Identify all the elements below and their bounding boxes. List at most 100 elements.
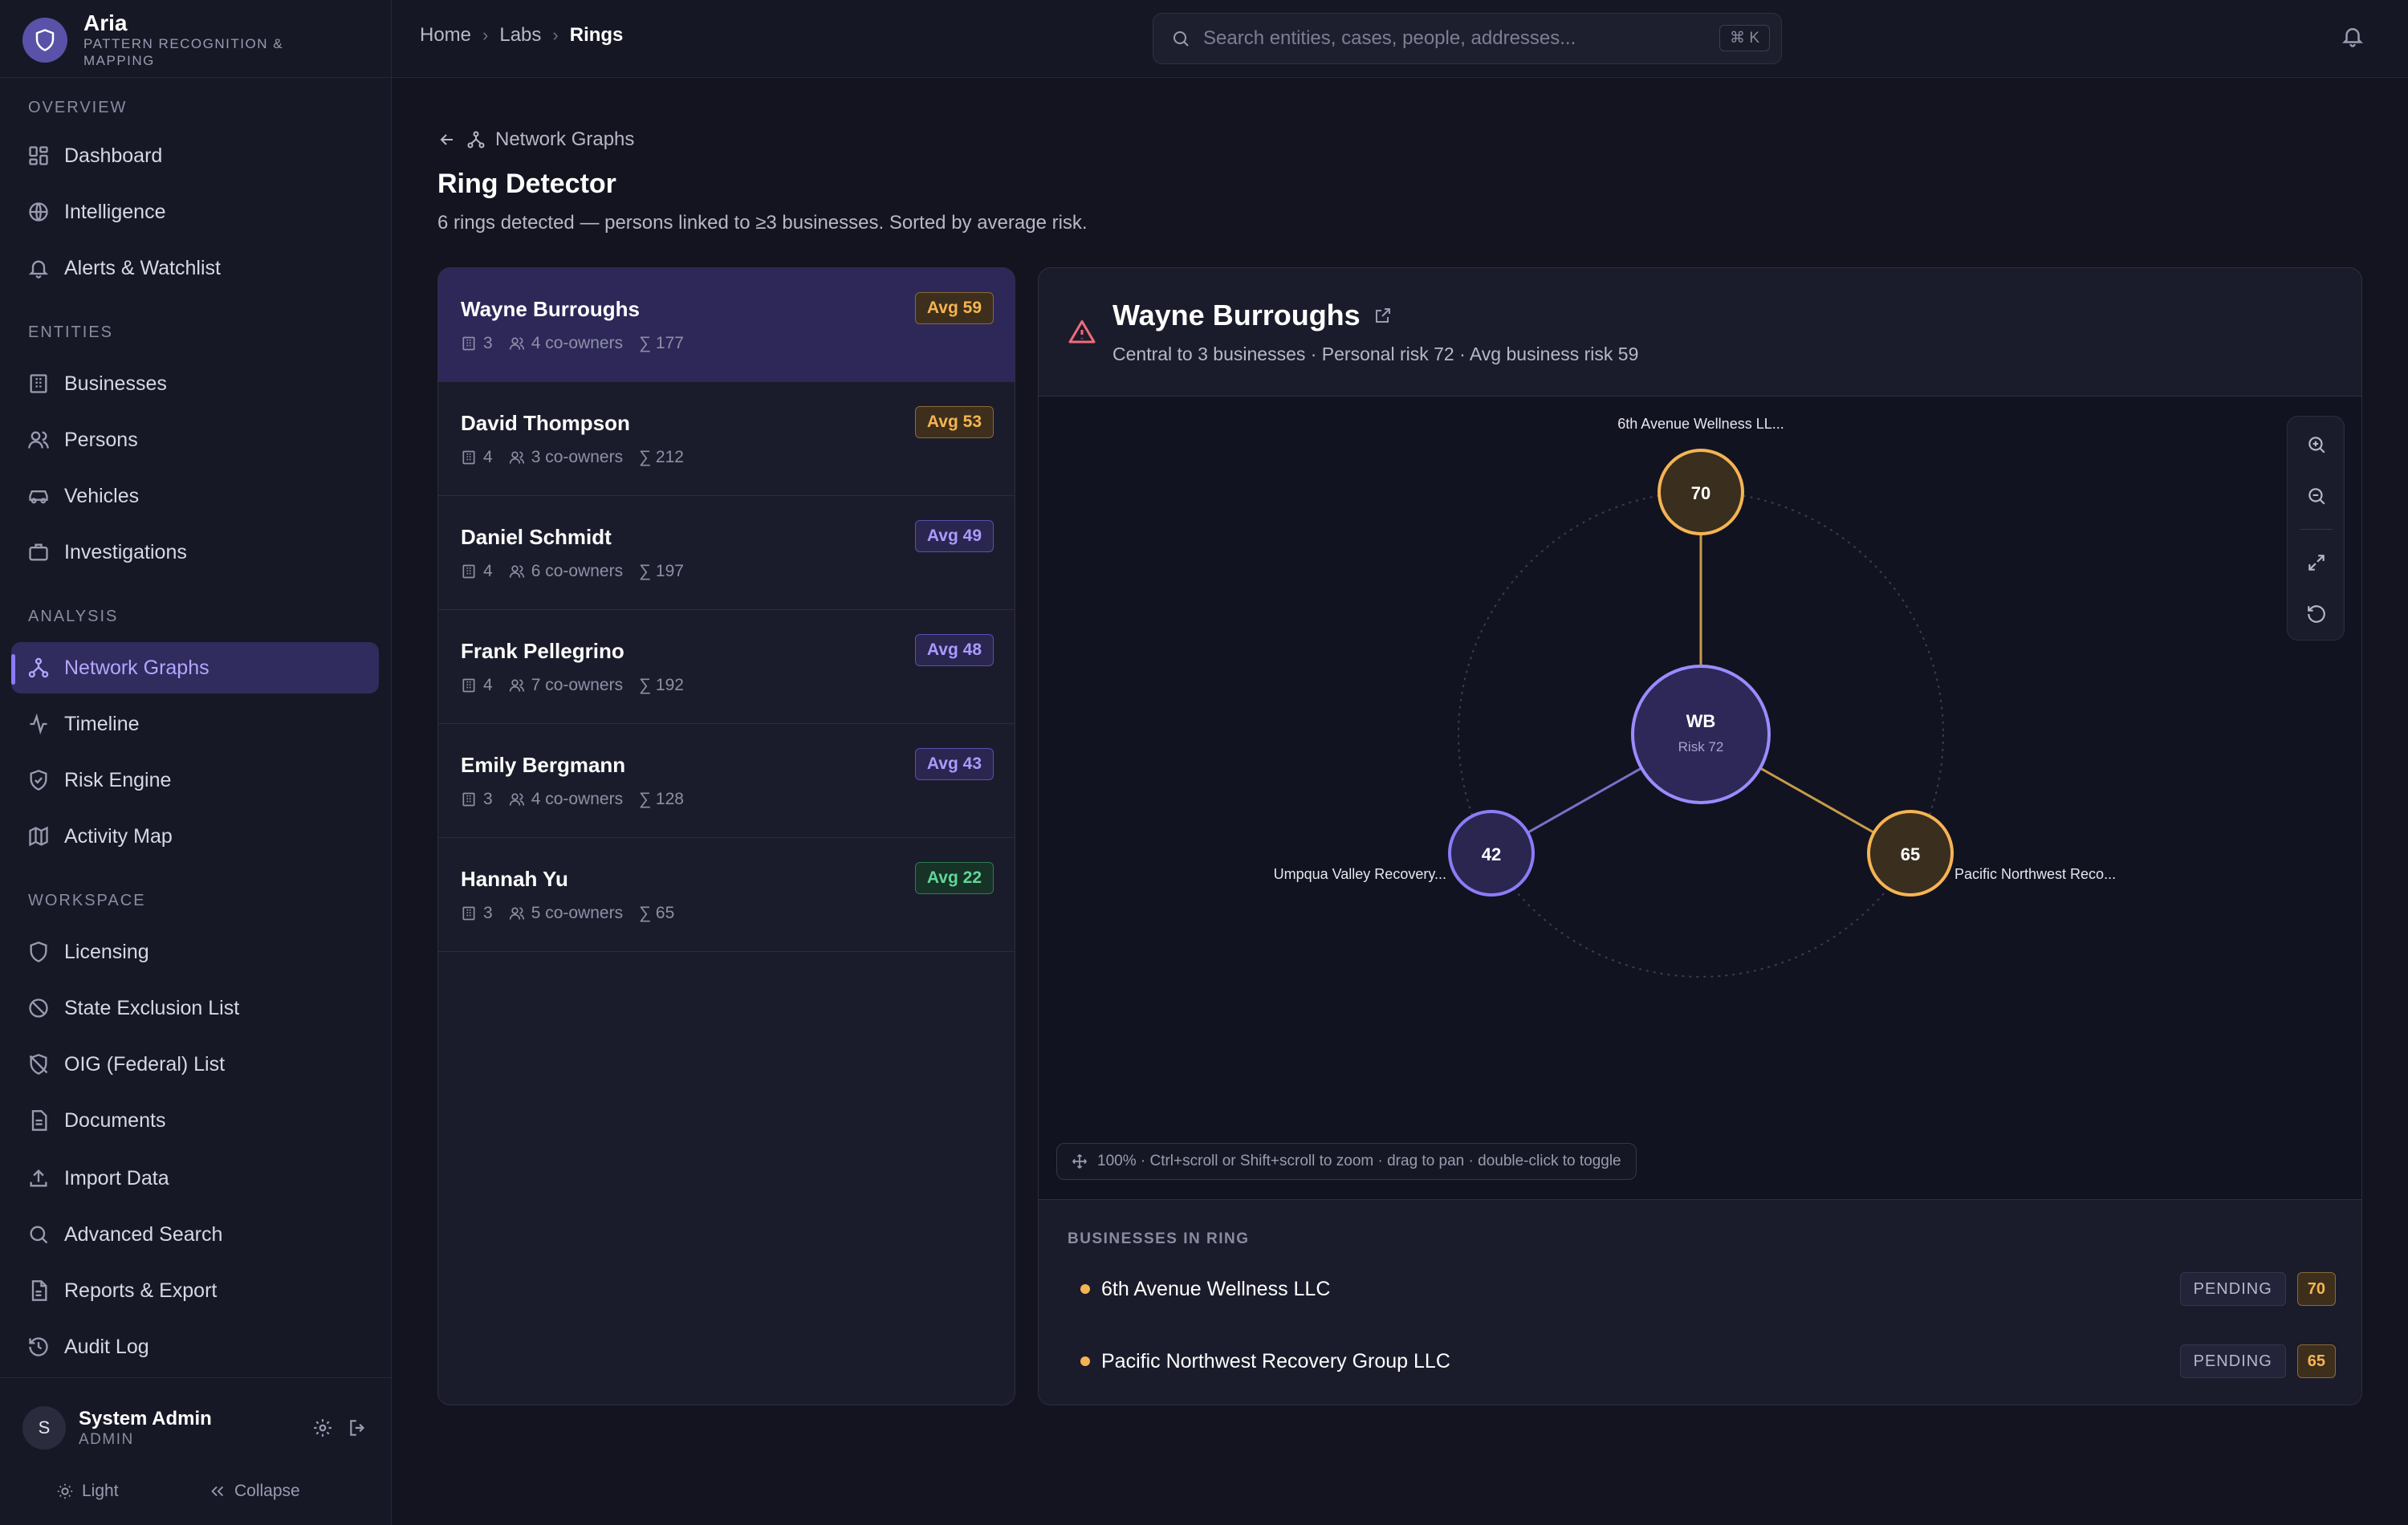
sidebar-item-persons[interactable]: Persons — [11, 414, 379, 466]
sidebar-item-oig[interactable]: OIG (Federal) List — [11, 1039, 379, 1090]
sidebar-item-reports[interactable]: Reports & Export — [11, 1265, 379, 1316]
coowner-count: 4 co-owners — [531, 790, 624, 808]
sidebar-item-label: Investigations — [64, 540, 187, 563]
logout-button[interactable] — [340, 1410, 376, 1446]
users-icon — [509, 337, 524, 350]
sidebar-footer: Light Collapse — [56, 1475, 361, 1507]
graph-node-center[interactable]: WB Risk 72 — [1631, 665, 1771, 804]
graph-node-business[interactable]: 42 Umpqua Valley Recovery... — [1274, 810, 1535, 897]
sidebar-item-licensing[interactable]: Licensing — [11, 926, 379, 978]
sidebar-item-state-exclusion[interactable]: State Exclusion List — [11, 982, 379, 1034]
sidebar-item-label: Vehicles — [64, 484, 140, 507]
node-label: 6th Avenue Wellness LL... — [1617, 416, 1784, 432]
graph-hint-text: 100% · Ctrl+scroll or Shift+scroll to zo… — [1097, 1153, 1621, 1169]
fit-view-button[interactable] — [2288, 537, 2345, 588]
sidebar-item-risk-engine[interactable]: Risk Engine — [11, 754, 379, 806]
ring-list-item[interactable]: Daniel Schmidt Avg 49 4 6 co-owners ∑ 197 — [438, 496, 1015, 610]
zoom-in-button[interactable] — [2288, 419, 2345, 470]
users-icon — [509, 451, 524, 464]
activity-icon — [30, 713, 47, 735]
sidebar-item-investigations[interactable]: Investigations — [11, 527, 379, 578]
ring-list-item[interactable]: Wayne Burroughs Avg 59 3 4 co-owners ∑ 177 — [438, 268, 1015, 382]
sidebar-item-label: Import Data — [64, 1166, 169, 1190]
maximize-icon — [2308, 555, 2325, 571]
topbar: Home › Labs › Rings ⌘ K — [392, 0, 2408, 78]
collapse-button[interactable]: Collapse — [209, 1482, 300, 1501]
graph-canvas[interactable]: WB Risk 72 70 6th Avenue Wellness LL... … — [1039, 396, 2362, 1199]
users-icon — [509, 907, 524, 920]
avg-risk-badge: Avg 48 — [914, 634, 994, 666]
sidebar-item-businesses[interactable]: Businesses — [11, 358, 379, 409]
sidebar-item-audit[interactable]: Audit Log — [11, 1321, 379, 1372]
theme-toggle[interactable]: Light — [56, 1482, 209, 1501]
search-input[interactable] — [1203, 27, 1701, 50]
sidebar-item-advanced-search[interactable]: Advanced Search — [11, 1209, 379, 1260]
business-row[interactable]: 6th Avenue Wellness LLC PENDING 70 — [1068, 1269, 2336, 1309]
reset-view-button[interactable] — [2288, 588, 2345, 640]
sidebar-item-documents[interactable]: Documents — [11, 1095, 379, 1146]
sidebar-item-alerts[interactable]: Alerts & Watchlist — [11, 242, 379, 294]
sidebar-item-dashboard[interactable]: Dashboard — [11, 130, 379, 181]
logout-icon — [350, 1420, 365, 1436]
chevron-right-icon: › — [482, 25, 489, 45]
move-icon — [1072, 1154, 1087, 1169]
shield-logo-icon — [22, 18, 67, 63]
node-score: 42 — [1482, 844, 1501, 864]
settings-button[interactable] — [305, 1410, 340, 1446]
sidebar: Aria PATTERN RECOGNITION & MAPPING OVERV… — [0, 0, 392, 1525]
brand[interactable]: Aria PATTERN RECOGNITION & MAPPING — [22, 10, 292, 71]
sidebar-item-activity-map[interactable]: Activity Map — [11, 811, 379, 862]
sidebar-item-label: Persons — [64, 428, 138, 451]
avatar[interactable]: S — [22, 1406, 66, 1450]
ring-meta: 4 3 co-owners ∑ 212 — [461, 448, 700, 467]
rotate-ccw-icon — [2308, 605, 2325, 623]
sidebar-item-import[interactable]: Import Data — [11, 1153, 379, 1204]
global-search[interactable]: ⌘ K — [1153, 13, 1782, 64]
sidebar-item-vehicles[interactable]: Vehicles — [11, 470, 379, 522]
status-badge: PENDING — [2179, 1272, 2286, 1306]
ring-list-item[interactable]: Frank Pellegrino Avg 48 4 7 co-owners ∑ 192 — [438, 610, 1015, 724]
notifications-button[interactable] — [2341, 24, 2369, 53]
sidebar-item-label: Reports & Export — [64, 1279, 218, 1302]
map-icon — [29, 826, 48, 847]
search-icon — [1173, 31, 1189, 47]
center-node — [1631, 665, 1771, 804]
graph-node-business[interactable]: 65 Pacific Northwest Reco... — [1867, 810, 2116, 897]
coowner-count: 5 co-owners — [531, 904, 624, 922]
shield-icon — [30, 941, 47, 962]
network-graph[interactable]: WB Risk 72 70 6th Avenue Wellness LL... … — [1039, 396, 2362, 1199]
graph-zoom-controls — [2287, 416, 2345, 640]
section-title: BUSINESSES IN RING — [1068, 1230, 1250, 1247]
sidebar-item-label: Businesses — [64, 372, 167, 395]
breadcrumb-home[interactable]: Home — [420, 24, 471, 47]
sidebar-item-network-graphs[interactable]: Network Graphs — [11, 642, 379, 693]
shield-off-icon — [29, 1054, 48, 1075]
ring-person-name: Emily Bergmann — [461, 753, 626, 777]
user-profile: S System Admin ADMIN — [22, 1403, 376, 1453]
ring-list-item[interactable]: Emily Bergmann Avg 43 3 4 co-owners ∑ 128 — [438, 724, 1015, 838]
avg-risk-badge: Avg 43 — [914, 748, 994, 780]
zoom-in-icon — [2308, 437, 2325, 453]
sidebar-item-label: Dashboard — [64, 144, 163, 167]
ring-person-name: Daniel Schmidt — [461, 525, 612, 549]
breadcrumb-labs[interactable]: Labs — [499, 24, 541, 47]
external-link-icon[interactable] — [1373, 306, 1393, 325]
ring-list-item[interactable]: Hannah Yu Avg 22 3 5 co-owners ∑ 65 — [438, 838, 1015, 952]
sidebar-item-intelligence[interactable]: Intelligence — [11, 186, 379, 238]
user-role: ADMIN — [79, 1431, 134, 1448]
ring-list-item[interactable]: David Thompson Avg 53 4 3 co-owners ∑ 212 — [438, 382, 1015, 496]
business-row[interactable]: Pacific Northwest Recovery Group LLC PEN… — [1068, 1341, 2336, 1381]
building-icon — [462, 450, 475, 465]
graph-node-business[interactable]: 70 6th Avenue Wellness LL... — [1617, 416, 1784, 535]
sidebar-item-label: Activity Map — [64, 824, 173, 848]
back-link[interactable]: Network Graphs — [437, 128, 634, 151]
sidebar-divider — [0, 1377, 392, 1378]
zoom-out-button[interactable] — [2288, 470, 2345, 522]
sidebar-item-timeline[interactable]: Timeline — [11, 698, 379, 750]
user-name: System Admin — [79, 1408, 212, 1429]
file-icon — [31, 1110, 47, 1131]
avg-risk-badge: Avg 53 — [914, 406, 994, 438]
sidebar-item-label: Risk Engine — [64, 768, 172, 791]
sun-icon — [57, 1483, 73, 1499]
center-initials: WB — [1686, 711, 1716, 731]
